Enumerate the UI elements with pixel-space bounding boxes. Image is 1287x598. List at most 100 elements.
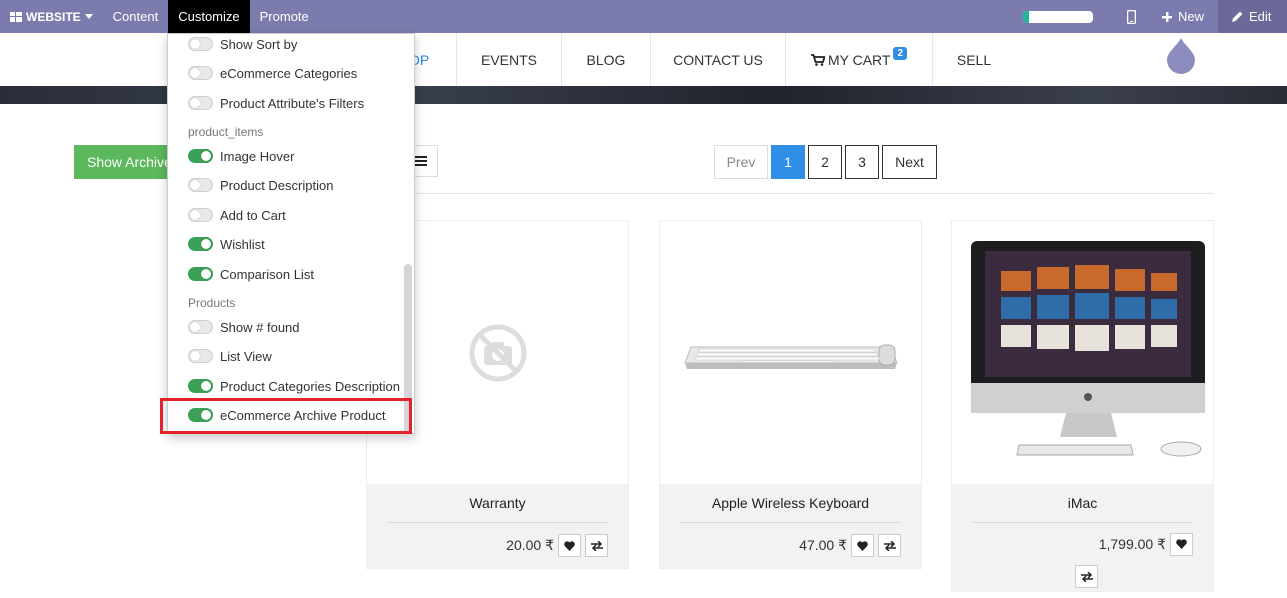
toggle-switch[interactable] [188,237,213,251]
my-cart-label: MY CART [827,51,891,68]
mobile-preview-button[interactable] [1115,0,1148,33]
product-name[interactable]: Warranty [387,484,608,523]
customize-option-image-hover[interactable]: Image Hover [188,146,294,166]
toggle-switch[interactable] [188,178,213,192]
nav-item-events[interactable]: EVENTS [457,33,562,86]
mobile-icon [1126,9,1136,24]
toggle-switch[interactable] [188,208,213,222]
heart-icon [1176,539,1187,549]
new-button-label: New [1177,9,1204,24]
pencil-icon [1232,11,1243,22]
website-menu-label: WEBSITE [26,9,81,24]
option-label: List View [220,348,272,364]
compare-button[interactable] [585,534,608,557]
customize-option-attribute-filters[interactable]: Product Attribute's Filters [188,93,364,113]
wishlist-button[interactable] [1170,532,1193,556]
edit-button-label: Edit [1249,9,1272,24]
nav-item-my-cart[interactable]: MY CART 2 [786,33,933,86]
product-price-row: 20.00 ₹ [387,523,608,568]
customize-option-show-sort-by[interactable]: Show Sort by [188,34,297,54]
option-label: Wishlist [220,236,265,252]
show-archive-button[interactable]: Show Archive [74,145,170,179]
customize-option-list-view[interactable]: List View [188,346,272,366]
compare-row [972,565,1193,591]
progress-bar [1022,10,1093,23]
customize-option-product-description[interactable]: Product Description [188,175,333,195]
progress-fill [1022,10,1029,23]
new-button[interactable]: New [1148,0,1218,33]
edit-button[interactable]: Edit [1218,0,1287,33]
customize-option-show-found[interactable]: Show # found [188,317,300,337]
nav-item-blog[interactable]: BLOG [562,33,651,86]
toggle-switch[interactable] [188,66,213,80]
product-info: Warranty 20.00 ₹ [367,484,628,568]
pagination-page-1[interactable]: 1 [771,145,805,179]
cart-icon [810,53,825,66]
logo-drop-icon[interactable] [1165,38,1197,74]
heart-icon [857,540,868,551]
pagination-page-2[interactable]: 2 [808,145,842,179]
keyboard-image [683,344,898,369]
promote-menu[interactable]: Promote [250,0,319,33]
option-label: Product Attribute's Filters [220,95,365,111]
product-price: 1,799.00 ₹ [1098,535,1166,552]
pagination-prev[interactable]: Prev [714,145,768,179]
website-menu-button[interactable]: WEBSITE [0,0,103,33]
compare-button[interactable] [1075,565,1098,588]
option-label: Show # found [220,319,300,335]
exchange-icon [590,540,603,551]
pagination-next[interactable]: Next [882,145,937,179]
toggle-switch[interactable] [188,379,213,393]
toggle-switch[interactable] [188,267,213,281]
wishlist-button[interactable] [851,534,874,557]
product-price: 20.00 ₹ [506,537,554,553]
option-label: Image Hover [220,148,295,164]
product-name[interactable]: iMac [972,484,1193,523]
product-card-imac[interactable]: iMac 1,799.00 ₹ [951,220,1214,592]
compare-button[interactable] [878,534,901,557]
customize-option-categories-description[interactable]: Product Categories Description [188,376,400,396]
product-image[interactable] [660,221,921,484]
product-info: Apple Wireless Keyboard 47.00 ₹ [660,484,921,568]
admin-topbar: WEBSITE Content Customize Promote New Ed… [0,0,1287,33]
product-price: 47.00 ₹ [799,537,847,553]
content-menu[interactable]: Content [103,0,169,33]
product-info: iMac 1,799.00 ₹ [952,484,1213,591]
pagination: Prev 1 2 3 Next [714,145,940,179]
toggle-switch[interactable] [188,37,213,51]
option-label: eCommerce Categories [220,65,358,81]
plus-icon [1161,11,1172,22]
bars-icon [415,156,427,166]
customize-option-add-to-cart[interactable]: Add to Cart [188,205,286,225]
grid-icon [10,11,22,22]
product-image[interactable] [952,221,1213,484]
customize-dropdown: Show Sort by eCommerce Categories Produc… [167,33,415,434]
cart-count-badge: 2 [893,47,908,60]
customize-option-ecommerce-categories[interactable]: eCommerce Categories [188,63,357,83]
toolbar-divider [365,193,1214,194]
toggle-switch[interactable] [188,96,213,110]
option-label: Comparison List [220,266,314,282]
pagination-page-3[interactable]: 3 [845,145,879,179]
customize-option-wishlist[interactable]: Wishlist [188,234,265,254]
toggle-switch[interactable] [188,149,213,163]
caret-down-icon [84,14,93,19]
section-header-product-items: product_items [188,125,264,139]
section-header-products: Products [188,296,236,310]
customize-menu[interactable]: Customize [168,0,250,33]
product-card-keyboard[interactable]: Apple Wireless Keyboard 47.00 ₹ [659,220,922,569]
imac-image [970,240,1205,456]
product-price-row: 47.00 ₹ [680,523,901,568]
heart-icon [564,540,575,551]
product-name[interactable]: Apple Wireless Keyboard [680,484,901,523]
exchange-icon [883,540,896,551]
nav-item-contact-us[interactable]: CONTACT US [651,33,786,86]
option-label: Show Sort by [220,36,298,52]
option-label: Product Categories Description [220,378,400,394]
customize-option-comparison-list[interactable]: Comparison List [188,264,314,284]
toggle-switch[interactable] [188,320,213,334]
nav-item-sell[interactable]: SELL [933,33,1015,86]
wishlist-button[interactable] [558,534,581,557]
option-label: Product Description [220,177,334,193]
toggle-switch[interactable] [188,349,213,363]
